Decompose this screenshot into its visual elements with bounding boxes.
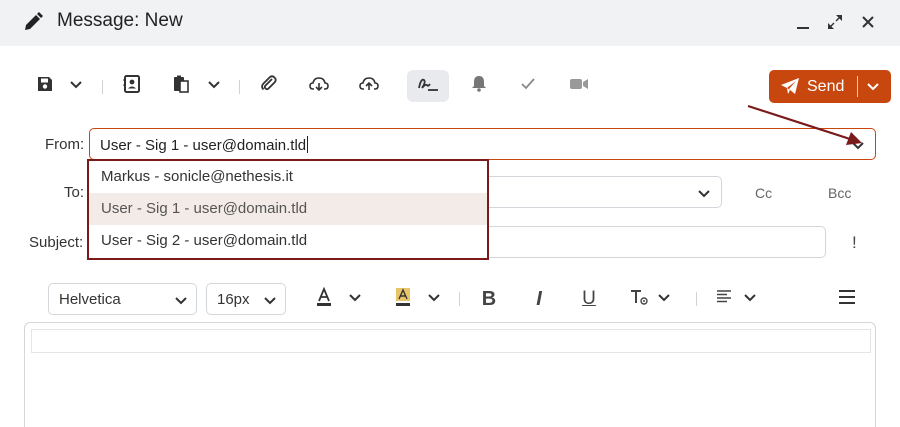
bell-icon [471, 75, 487, 97]
chevron-down-icon [69, 77, 83, 95]
align-button[interactable] [714, 286, 734, 312]
to-label: To: [64, 184, 85, 201]
chevron-down-icon [657, 290, 671, 308]
font-family-select[interactable]: Helvetica [48, 283, 197, 315]
chevron-down-icon [263, 293, 277, 311]
send-separator [857, 76, 858, 97]
text-style-icon [629, 288, 649, 311]
reminder-button[interactable] [467, 70, 491, 102]
cloud-upload-icon [359, 76, 379, 97]
font-size-value: 16px [217, 291, 250, 308]
from-value-text: User - Sig 1 - user@domain.tld [100, 137, 307, 154]
paperclip-icon [260, 74, 278, 98]
from-select[interactable]: User - Sig 1 - user@domain.tld [89, 128, 876, 160]
font-size-select[interactable]: 16px [206, 283, 286, 315]
paper-plane-icon [780, 77, 800, 100]
message-body-editor[interactable] [24, 322, 876, 427]
priority-button[interactable]: ! [852, 233, 857, 253]
cloud-download-icon [309, 76, 329, 97]
message-toolbar [0, 66, 900, 106]
more-format-button[interactable] [836, 286, 858, 312]
address-book-button[interactable] [120, 70, 144, 102]
underline-button[interactable]: U [578, 286, 600, 312]
floppy-disk-icon [37, 76, 53, 97]
text-style-menu[interactable] [654, 286, 674, 312]
signature-button[interactable] [407, 70, 449, 102]
save-button[interactable] [33, 70, 57, 102]
cloud-upload-button[interactable] [356, 70, 382, 102]
italic-button[interactable]: I [528, 286, 550, 312]
paste-menu-button[interactable] [202, 70, 226, 102]
highlight-color-menu[interactable] [424, 286, 444, 312]
window-titlebar: Message: New [0, 0, 900, 46]
text-cursor [307, 136, 309, 153]
chevron-down-icon [207, 77, 221, 95]
send-button[interactable]: Send [769, 70, 891, 103]
text-color-menu[interactable] [345, 286, 365, 312]
chevron-down-icon [348, 290, 362, 308]
cc-button[interactable]: Cc [755, 185, 772, 201]
pencil-icon [22, 11, 44, 33]
clipboard-icon [172, 75, 190, 98]
format-separator [459, 292, 460, 306]
from-option[interactable]: Markus - sonicle@nethesis.it [89, 161, 487, 193]
text-style-button[interactable] [628, 286, 650, 312]
paste-button[interactable] [169, 70, 193, 102]
address-book-icon [123, 74, 141, 98]
align-menu[interactable] [740, 286, 760, 312]
subject-label: Subject: [29, 234, 84, 251]
close-button[interactable] [858, 12, 878, 32]
chevron-down-icon [174, 293, 188, 311]
chevron-down-icon[interactable] [851, 138, 865, 156]
attach-button[interactable] [257, 70, 281, 102]
from-option[interactable]: User - Sig 2 - user@domain.tld [89, 225, 487, 257]
maximize-button[interactable] [825, 12, 845, 32]
send-label: Send [807, 78, 845, 95]
bcc-button[interactable]: Bcc [828, 185, 851, 201]
chevron-down-icon [743, 290, 757, 308]
text-color-button[interactable] [314, 286, 334, 312]
chevron-down-icon [427, 290, 441, 308]
highlight-color-button[interactable] [393, 286, 413, 312]
font-family-value: Helvetica [59, 291, 121, 308]
check-icon [520, 77, 536, 96]
from-dropdown-list: Markus - sonicle@nethesis.it User - Sig … [87, 159, 489, 260]
video-meeting-button[interactable] [567, 70, 591, 102]
highlight-color-icon [394, 287, 412, 312]
from-value: User - Sig 1 - user@domain.tld [100, 136, 309, 154]
bold-button[interactable]: B [478, 286, 500, 312]
receipt-button[interactable] [516, 70, 540, 102]
signature-icon [417, 76, 439, 97]
window-title: Message: New [57, 10, 183, 31]
hamburger-menu-icon [838, 289, 856, 310]
minimize-button[interactable] [793, 12, 813, 32]
cloud-download-button[interactable] [306, 70, 332, 102]
editor-inner-line [31, 329, 871, 353]
from-label: From: [45, 136, 85, 153]
toolbar-separator [102, 80, 103, 94]
video-camera-icon [569, 77, 589, 96]
text-color-icon [315, 286, 333, 312]
chevron-down-icon[interactable] [866, 79, 880, 97]
save-menu-button[interactable] [64, 70, 88, 102]
from-option-selected[interactable]: User - Sig 1 - user@domain.tld [89, 193, 487, 225]
chevron-down-icon[interactable] [697, 186, 711, 204]
toolbar-separator [239, 80, 240, 94]
align-left-icon [716, 289, 732, 309]
format-separator [696, 292, 697, 306]
